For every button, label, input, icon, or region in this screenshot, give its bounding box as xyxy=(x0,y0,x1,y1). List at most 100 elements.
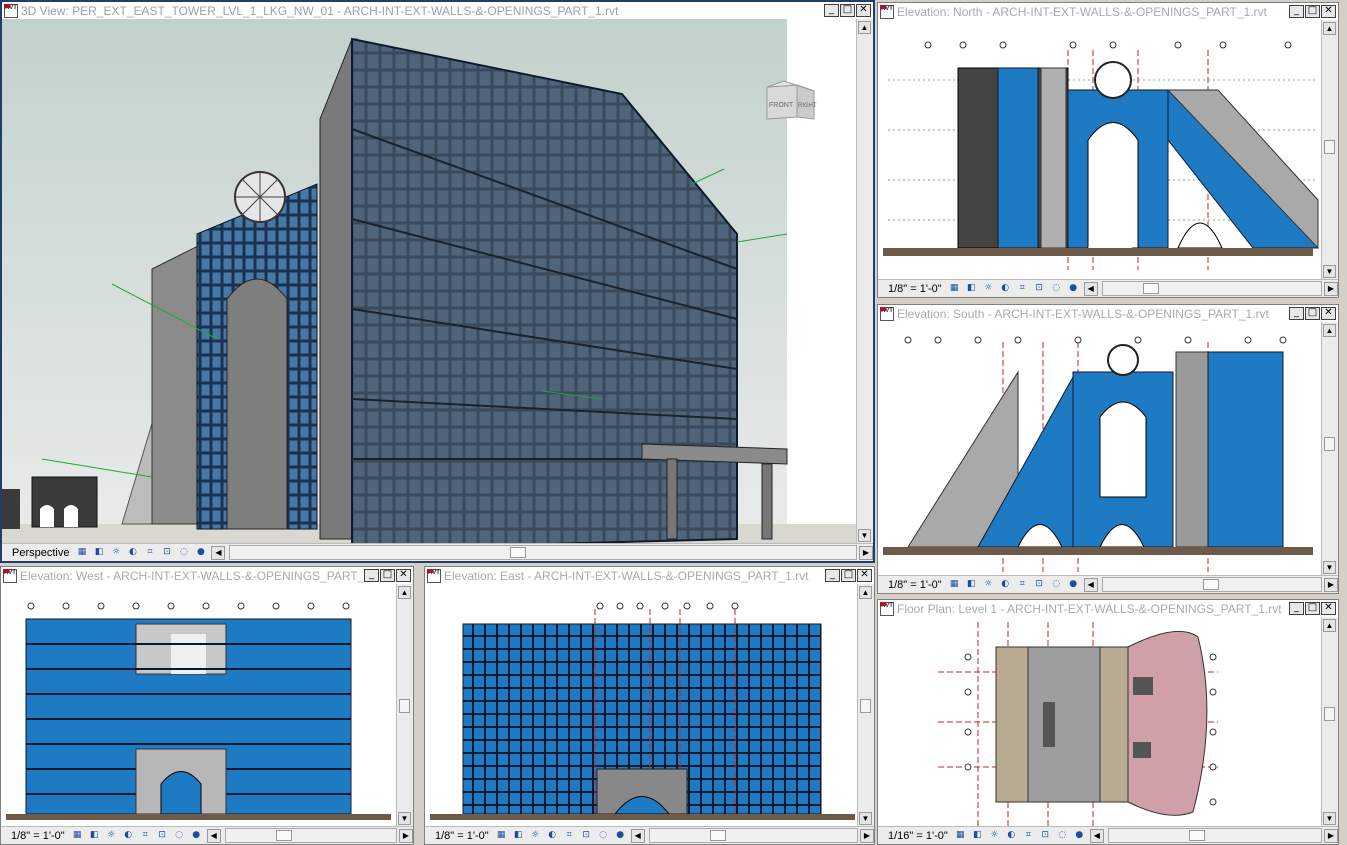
detail-level-icon[interactable]: ▦ xyxy=(495,830,508,841)
visual-style-icon[interactable]: ◧ xyxy=(92,547,105,558)
vertical-scrollbar[interactable]: ▲ ▼ xyxy=(857,584,874,827)
sun-path-icon[interactable]: ☼ xyxy=(982,579,995,590)
scroll-left-arrow[interactable]: ◀ xyxy=(1083,281,1098,296)
crop-icon[interactable]: ⌗ xyxy=(563,830,576,841)
reveal-hidden-icon[interactable]: ● xyxy=(1073,830,1086,841)
horizontal-scrollbar[interactable] xyxy=(648,828,858,843)
west-titlebar[interactable]: RVT Elevation: West - ARCH-INT-EXT-WALLS… xyxy=(1,567,413,584)
vertical-scrollbar[interactable]: ▲ ▼ xyxy=(1321,617,1338,827)
scroll-left-arrow[interactable]: ◀ xyxy=(1089,828,1104,843)
view-scale[interactable]: 1/8" = 1'-0" xyxy=(878,579,948,591)
floor-plan-window[interactable]: RVT Floor Plan: Level 1 - ARCH-INT-EXT-W… xyxy=(877,599,1339,845)
show-crop-icon[interactable]: ⊡ xyxy=(1033,579,1046,590)
detail-level-icon[interactable]: ▦ xyxy=(954,830,967,841)
maximize-button[interactable]: □ xyxy=(840,4,855,17)
view-3d-canvas[interactable]: FRONT RIGHT xyxy=(2,19,857,544)
temporary-hide-icon[interactable]: ◌ xyxy=(1056,830,1069,841)
close-button[interactable]: ✕ xyxy=(1321,5,1336,18)
scroll-down-arrow[interactable]: ▼ xyxy=(1323,561,1336,574)
view-scale[interactable]: 1/8" = 1'-0" xyxy=(1,830,71,842)
sun-path-icon[interactable]: ☼ xyxy=(988,830,1001,841)
elevation-south-window[interactable]: RVT Elevation: South - ARCH-INT-EXT-WALL… xyxy=(877,304,1339,594)
scroll-down-arrow[interactable]: ▼ xyxy=(859,812,872,825)
maximize-button[interactable]: □ xyxy=(380,569,395,582)
view-scale[interactable]: 1/16" = 1'-0" xyxy=(878,830,954,842)
scroll-left-arrow[interactable]: ◀ xyxy=(211,545,226,560)
horizontal-scrollbar[interactable] xyxy=(224,828,397,843)
vertical-scrollbar[interactable]: ▲ ▼ xyxy=(1321,20,1338,280)
maximize-button[interactable]: □ xyxy=(841,569,856,582)
horizontal-scrollbar[interactable] xyxy=(229,545,857,560)
sun-path-icon[interactable]: ☼ xyxy=(109,547,122,558)
show-crop-icon[interactable]: ⊡ xyxy=(580,830,593,841)
shadows-icon[interactable]: ◐ xyxy=(122,830,135,841)
close-button[interactable]: ✕ xyxy=(1321,602,1336,615)
crop-icon[interactable]: ⌗ xyxy=(1016,579,1029,590)
scroll-left-arrow[interactable]: ◀ xyxy=(206,828,221,843)
crop-icon[interactable]: ⌗ xyxy=(143,547,156,558)
vertical-scrollbar[interactable]: ▲ ▼ xyxy=(396,584,413,827)
scroll-down-arrow[interactable]: ▼ xyxy=(398,812,411,825)
detail-level-icon[interactable]: ▦ xyxy=(71,830,84,841)
minimize-button[interactable]: _ xyxy=(1289,307,1304,320)
minimize-button[interactable]: _ xyxy=(825,569,840,582)
sun-path-icon[interactable]: ☼ xyxy=(529,830,542,841)
reveal-hidden-icon[interactable]: ● xyxy=(614,830,627,841)
horizontal-scrollbar[interactable] xyxy=(1101,281,1322,296)
elevation-north-window[interactable]: RVT Elevation: North - ARCH-INT-EXT-WALL… xyxy=(877,2,1339,298)
reveal-hidden-icon[interactable]: ● xyxy=(1067,283,1080,294)
scroll-right-arrow[interactable]: ▶ xyxy=(1324,828,1338,843)
elevation-east-window[interactable]: RVT Elevation: East - ARCH-INT-EXT-WALLS… xyxy=(424,566,875,845)
north-canvas[interactable] xyxy=(878,20,1322,280)
view-scale[interactable]: 1/8" = 1'-0" xyxy=(878,283,948,295)
scroll-right-arrow[interactable]: ▶ xyxy=(860,828,874,843)
close-button[interactable]: ✕ xyxy=(1321,307,1336,320)
vertical-scrollbar[interactable]: ▲ ▼ xyxy=(1321,322,1338,576)
horizontal-scrollbar[interactable] xyxy=(1101,577,1322,592)
detail-level-icon[interactable]: ▦ xyxy=(948,579,961,590)
view-scale[interactable]: Perspective xyxy=(2,547,75,559)
scroll-up-arrow[interactable]: ▲ xyxy=(859,586,872,599)
view-scale[interactable]: 1/8" = 1'-0" xyxy=(425,830,495,842)
shadows-icon[interactable]: ◐ xyxy=(999,283,1012,294)
scroll-up-arrow[interactable]: ▲ xyxy=(1323,22,1336,35)
visual-style-icon[interactable]: ◧ xyxy=(512,830,525,841)
minimize-button[interactable]: _ xyxy=(1289,602,1304,615)
west-canvas[interactable] xyxy=(1,584,397,827)
reveal-hidden-icon[interactable]: ● xyxy=(190,830,203,841)
scroll-right-arrow[interactable]: ▶ xyxy=(859,545,873,560)
shadows-icon[interactable]: ◐ xyxy=(999,579,1012,590)
detail-level-icon[interactable]: ▦ xyxy=(75,547,88,558)
crop-icon[interactable]: ⌗ xyxy=(1016,283,1029,294)
close-button[interactable]: ✕ xyxy=(396,569,411,582)
temporary-hide-icon[interactable]: ◌ xyxy=(1050,579,1063,590)
south-titlebar[interactable]: RVT Elevation: South - ARCH-INT-EXT-WALL… xyxy=(878,305,1338,322)
visual-style-icon[interactable]: ◧ xyxy=(965,579,978,590)
sun-path-icon[interactable]: ☼ xyxy=(982,283,995,294)
shadows-icon[interactable]: ◐ xyxy=(1005,830,1018,841)
elevation-west-window[interactable]: RVT Elevation: West - ARCH-INT-EXT-WALLS… xyxy=(0,566,414,845)
scroll-right-arrow[interactable]: ▶ xyxy=(1324,281,1338,296)
visual-style-icon[interactable]: ◧ xyxy=(965,283,978,294)
crop-icon[interactable]: ⌗ xyxy=(1022,830,1035,841)
show-crop-icon[interactable]: ⊡ xyxy=(156,830,169,841)
south-canvas[interactable] xyxy=(878,322,1322,576)
show-crop-icon[interactable]: ⊡ xyxy=(1039,830,1052,841)
scroll-left-arrow[interactable]: ◀ xyxy=(1083,577,1098,592)
sun-path-icon[interactable]: ☼ xyxy=(105,830,118,841)
maximize-button[interactable]: □ xyxy=(1305,5,1320,18)
maximize-button[interactable]: □ xyxy=(1305,602,1320,615)
visual-style-icon[interactable]: ◧ xyxy=(971,830,984,841)
east-titlebar[interactable]: RVT Elevation: East - ARCH-INT-EXT-WALLS… xyxy=(425,567,874,584)
detail-level-icon[interactable]: ▦ xyxy=(948,283,961,294)
north-titlebar[interactable]: RVT Elevation: North - ARCH-INT-EXT-WALL… xyxy=(878,3,1338,20)
scroll-up-arrow[interactable]: ▲ xyxy=(1323,324,1336,337)
temporary-hide-icon[interactable]: ◌ xyxy=(597,830,610,841)
view-3d-window[interactable]: RVT 3D View: PER_EXT_EAST_TOWER_LVL_1_LK… xyxy=(0,0,875,563)
plan-titlebar[interactable]: RVT Floor Plan: Level 1 - ARCH-INT-EXT-W… xyxy=(878,600,1338,617)
close-button[interactable]: ✕ xyxy=(857,569,872,582)
scroll-down-arrow[interactable]: ▼ xyxy=(1323,265,1336,278)
maximize-button[interactable]: □ xyxy=(1305,307,1320,320)
temporary-hide-icon[interactable]: ◌ xyxy=(173,830,186,841)
shadows-icon[interactable]: ◐ xyxy=(126,547,139,558)
